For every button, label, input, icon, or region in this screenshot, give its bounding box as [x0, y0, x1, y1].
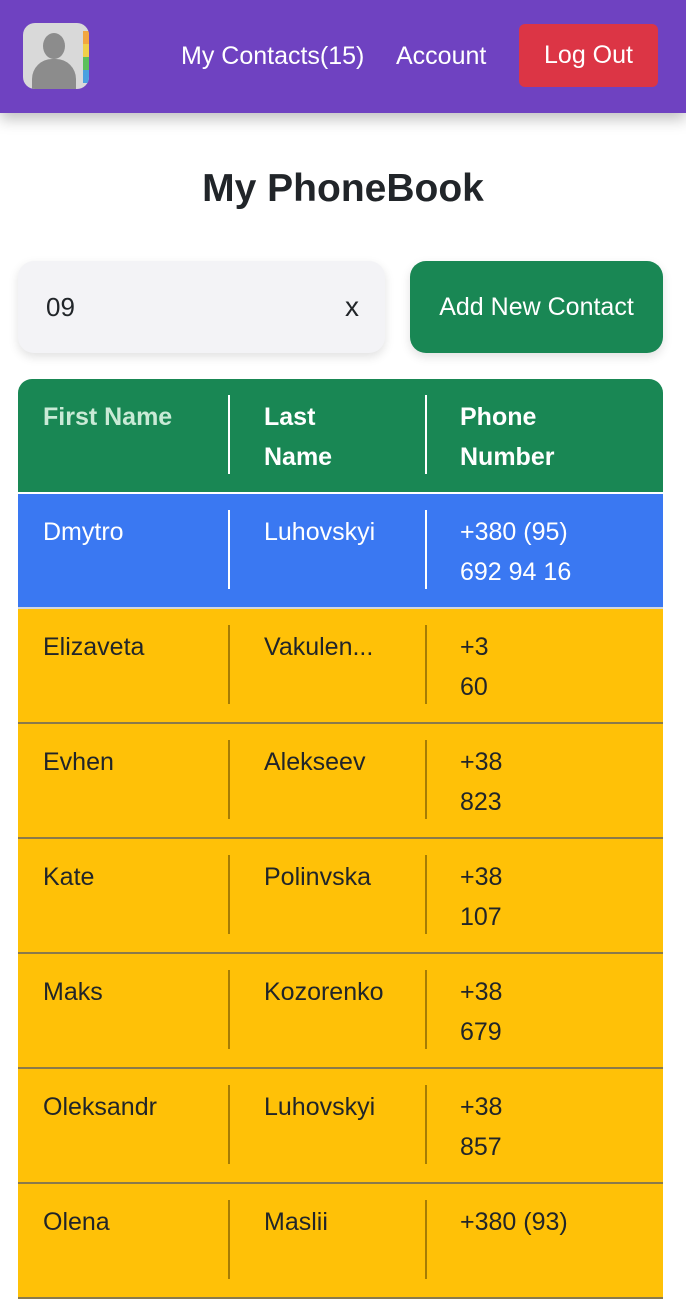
last-name-cell: Kozorenko: [264, 978, 384, 1006]
table-row[interactable]: Elizaveta Vakulen... +3 60: [18, 609, 663, 724]
column-divider: [425, 510, 427, 589]
phone-number-cell: +380 (95) 692 94 16: [460, 518, 572, 586]
column-divider: [228, 625, 230, 704]
table-header-row: First Name Last Name Phone Number: [18, 379, 663, 494]
search-box: x: [18, 261, 385, 353]
column-divider: [228, 395, 230, 474]
first-name-cell: Kate: [43, 863, 95, 891]
nav-account-link[interactable]: Account: [396, 40, 486, 72]
table-row[interactable]: Oleksandr Luhovskyi +38 857: [18, 1069, 663, 1184]
column-divider: [425, 1200, 427, 1279]
column-divider: [228, 1085, 230, 1164]
phone-number-cell: +38 857: [460, 1093, 503, 1161]
phone-number-cell: +380 (93): [460, 1208, 568, 1236]
table-row[interactable]: Olena Maslii +380 (93): [18, 1184, 663, 1299]
column-divider: [425, 855, 427, 934]
column-divider: [425, 740, 427, 819]
first-name-cell: Maks: [43, 978, 103, 1006]
column-divider: [228, 510, 230, 589]
top-navbar: My Contacts(15) Account Log Out: [0, 0, 686, 113]
last-name-cell: Alekseev: [264, 748, 366, 776]
page-title: My PhoneBook: [202, 167, 484, 210]
logout-button[interactable]: Log Out: [519, 24, 658, 87]
contacts-table: First Name Last Name Phone Number Dmytro…: [18, 379, 663, 1299]
table-row[interactable]: Dmytro Luhovskyi +380 (95) 692 94 16: [18, 494, 663, 609]
add-new-contact-button[interactable]: Add New Contact: [410, 261, 663, 353]
column-divider: [228, 1200, 230, 1279]
last-name-cell: Luhovskyi: [264, 1093, 376, 1121]
phone-number-cell: +3 60: [460, 633, 489, 701]
column-divider: [228, 740, 230, 819]
search-input[interactable]: [46, 287, 316, 327]
table-row[interactable]: Maks Kozorenko +38 679: [18, 954, 663, 1069]
column-header-last-name[interactable]: Last Name: [264, 397, 374, 477]
phone-number-cell: +38 679: [460, 978, 503, 1046]
table-row[interactable]: Kate Polinvska +38 107: [18, 839, 663, 954]
last-name-cell: Polinvska: [264, 863, 371, 891]
last-name-cell: Maslii: [264, 1208, 328, 1236]
first-name-cell: Elizaveta: [43, 633, 145, 661]
nav-my-contacts-link[interactable]: My Contacts(15): [181, 40, 364, 72]
first-name-cell: Evhen: [43, 748, 114, 776]
first-name-cell: Olena: [43, 1208, 110, 1236]
phone-number-cell: +38 823: [460, 748, 503, 816]
column-divider: [228, 855, 230, 934]
column-divider: [425, 1085, 427, 1164]
column-header-phone-number[interactable]: Phone Number: [460, 397, 580, 477]
first-name-cell: Oleksandr: [43, 1093, 157, 1121]
clear-search-button[interactable]: x: [345, 291, 359, 323]
column-divider: [228, 970, 230, 1049]
last-name-cell: Vakulen...: [264, 633, 374, 661]
column-divider: [425, 625, 427, 704]
phone-number-cell: +38 107: [460, 863, 503, 931]
column-header-first-name[interactable]: First Name: [43, 397, 223, 437]
first-name-cell: Dmytro: [43, 518, 124, 546]
column-divider: [425, 970, 427, 1049]
last-name-cell: Luhovskyi: [264, 518, 376, 546]
table-row[interactable]: Evhen Alekseev +38 823: [18, 724, 663, 839]
column-divider: [425, 395, 427, 474]
contacts-app-icon[interactable]: [23, 23, 89, 89]
